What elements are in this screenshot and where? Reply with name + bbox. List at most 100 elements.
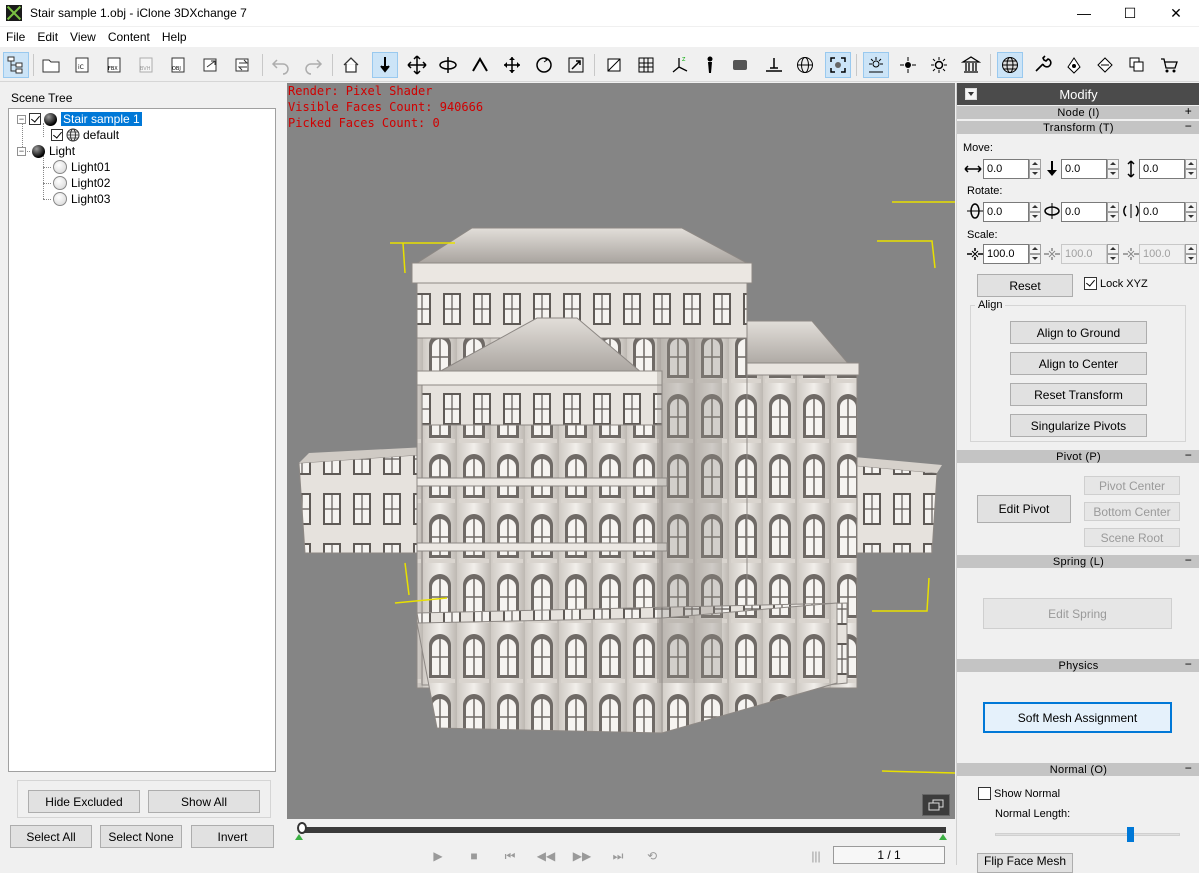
lock-xyz-check[interactable] xyxy=(1084,277,1097,290)
open-folder-icon[interactable] xyxy=(38,52,64,78)
figure-icon[interactable] xyxy=(697,52,723,78)
rotate-x-field[interactable]: 0.0 xyxy=(983,202,1041,222)
section-node[interactable]: Node (I) + xyxy=(957,104,1199,119)
panel-menu-icon[interactable] xyxy=(965,88,977,100)
stack-icon[interactable] xyxy=(1124,52,1150,78)
3d-viewport[interactable]: Render: Pixel Shader Visible Faces Count… xyxy=(287,83,955,819)
section-pivot[interactable]: Pivot (P) − xyxy=(957,448,1199,463)
show-normal-checkbox[interactable]: Show Normal xyxy=(978,787,1060,800)
menu-view[interactable]: View xyxy=(64,30,102,44)
menu-content[interactable]: Content xyxy=(102,30,156,44)
rotate-x-value[interactable]: 0.0 xyxy=(983,202,1029,222)
drop-to-ground-icon[interactable] xyxy=(372,52,398,78)
axis-icon[interactable]: Z xyxy=(668,52,694,78)
scale-x-field[interactable]: 100.0 xyxy=(983,244,1041,264)
zoom-icon[interactable] xyxy=(563,52,589,78)
show-all-button[interactable]: Show All xyxy=(148,790,260,813)
close-button[interactable]: ✕ xyxy=(1153,0,1199,26)
play-icon[interactable]: ▶ xyxy=(429,849,447,863)
import-fbx-icon[interactable]: FBX xyxy=(102,52,128,78)
menu-file[interactable]: File xyxy=(0,30,31,44)
import-bvh-icon[interactable]: BVH xyxy=(134,52,160,78)
reset-transform-button[interactable]: Reset Transform xyxy=(1010,383,1147,406)
select-none-button[interactable]: Select None xyxy=(100,825,182,848)
section-spring[interactable]: Spring (L) − xyxy=(957,553,1199,568)
move-y-field[interactable]: 0.0 xyxy=(1061,159,1119,179)
prev-frame-icon[interactable]: ◀◀ xyxy=(537,849,555,863)
rotate-z-value[interactable]: 0.0 xyxy=(1139,202,1185,222)
import-ic-icon[interactable]: iC xyxy=(70,52,96,78)
collapse-icon[interactable]: − xyxy=(1185,657,1192,671)
frame-counter[interactable]: 1 / 1 xyxy=(833,846,945,864)
rotate-z-field[interactable]: 0.0 xyxy=(1139,202,1197,222)
tree-node-light[interactable]: − Light xyxy=(17,143,75,159)
section-transform[interactable]: Transform (T) − xyxy=(957,119,1199,134)
next-frame-icon[interactable]: ▶▶ xyxy=(573,849,591,863)
scale-x-value[interactable]: 100.0 xyxy=(983,244,1029,264)
light-direct-icon[interactable] xyxy=(895,52,921,78)
building-model[interactable] xyxy=(287,83,955,819)
tree-node-light03[interactable]: Light03 xyxy=(53,191,110,207)
pick-icon[interactable] xyxy=(467,52,493,78)
move-z-value[interactable]: 0.0 xyxy=(1139,159,1185,179)
singularize-pivots-button[interactable]: Singularize Pivots xyxy=(1010,414,1147,437)
section-physics[interactable]: Physics − xyxy=(957,657,1199,672)
show-normal-check[interactable] xyxy=(978,787,991,800)
timeline-options-icon[interactable]: ||| xyxy=(807,849,825,863)
globe-icon[interactable] xyxy=(792,52,818,78)
move-icon[interactable] xyxy=(404,52,430,78)
import-obj-icon[interactable]: OBJ xyxy=(166,52,192,78)
tree-node-default[interactable]: default xyxy=(51,127,119,143)
scene-tree-view[interactable]: − Stair sample 1 default − Light Light01… xyxy=(8,108,276,772)
sphere-grid-icon[interactable] xyxy=(997,52,1023,78)
collapse-icon[interactable]: − xyxy=(1185,448,1192,462)
visibility-checkbox[interactable] xyxy=(51,129,63,141)
rotate-icon[interactable] xyxy=(435,52,461,78)
move-z-field[interactable]: 0.0 xyxy=(1139,159,1197,179)
home-icon[interactable] xyxy=(338,52,364,78)
rotate-y-field[interactable]: 0.0 xyxy=(1061,202,1119,222)
collapse-icon[interactable]: − xyxy=(1185,119,1192,133)
rotate-y-value[interactable]: 0.0 xyxy=(1061,202,1107,222)
ground-icon[interactable] xyxy=(761,52,787,78)
move-x-value[interactable]: 0.0 xyxy=(983,159,1029,179)
select-all-button[interactable]: Select All xyxy=(10,825,92,848)
maximize-button[interactable]: ☐ xyxy=(1107,0,1153,26)
minimize-button[interactable]: — xyxy=(1061,0,1107,26)
menu-edit[interactable]: Edit xyxy=(31,30,64,44)
stop-icon[interactable]: ■ xyxy=(465,849,483,863)
loop-icon[interactable]: ⟲ xyxy=(643,849,661,863)
hide-excluded-button[interactable]: Hide Excluded xyxy=(28,790,140,813)
collapse-icon[interactable]: − xyxy=(1185,761,1192,775)
go-end-icon[interactable]: ⏭ xyxy=(609,849,627,863)
toggle-box-icon[interactable] xyxy=(601,52,627,78)
hand-cube-icon[interactable] xyxy=(1092,52,1118,78)
plane-icon[interactable] xyxy=(727,52,753,78)
expand-icon[interactable]: + xyxy=(1185,104,1192,118)
orbit-icon[interactable] xyxy=(531,52,557,78)
timeline-playhead[interactable] xyxy=(297,822,307,834)
restore-view-button[interactable] xyxy=(922,794,950,816)
pan-icon[interactable] xyxy=(499,52,525,78)
redo-icon[interactable] xyxy=(300,52,326,78)
flip-face-mesh-button[interactable]: Flip Face Mesh xyxy=(977,853,1073,873)
timeline-track[interactable] xyxy=(301,827,946,833)
hand-box-icon[interactable] xyxy=(1061,52,1087,78)
grid-icon[interactable] xyxy=(633,52,659,78)
museum-icon[interactable] xyxy=(958,52,984,78)
lock-xyz-checkbox[interactable]: Lock XYZ xyxy=(1084,277,1148,290)
go-start-icon[interactable]: ⏮ xyxy=(501,849,519,863)
move-y-value[interactable]: 0.0 xyxy=(1061,159,1107,179)
collapse-icon[interactable]: − xyxy=(17,146,26,156)
soft-mesh-assignment-button[interactable]: Soft Mesh Assignment xyxy=(983,702,1172,733)
reset-button[interactable]: Reset xyxy=(977,274,1073,297)
move-x-field[interactable]: 0.0 xyxy=(983,159,1041,179)
light-point-icon[interactable] xyxy=(926,52,952,78)
tree-node-light01[interactable]: Light01 xyxy=(53,159,110,175)
undo-icon[interactable] xyxy=(268,52,294,78)
scene-tree-icon[interactable] xyxy=(3,52,29,78)
collapse-icon[interactable]: − xyxy=(17,114,26,124)
visibility-checkbox[interactable] xyxy=(29,113,41,125)
invert-button[interactable]: Invert xyxy=(191,825,274,848)
tree-node-stair-sample[interactable]: − Stair sample 1 xyxy=(17,111,142,127)
